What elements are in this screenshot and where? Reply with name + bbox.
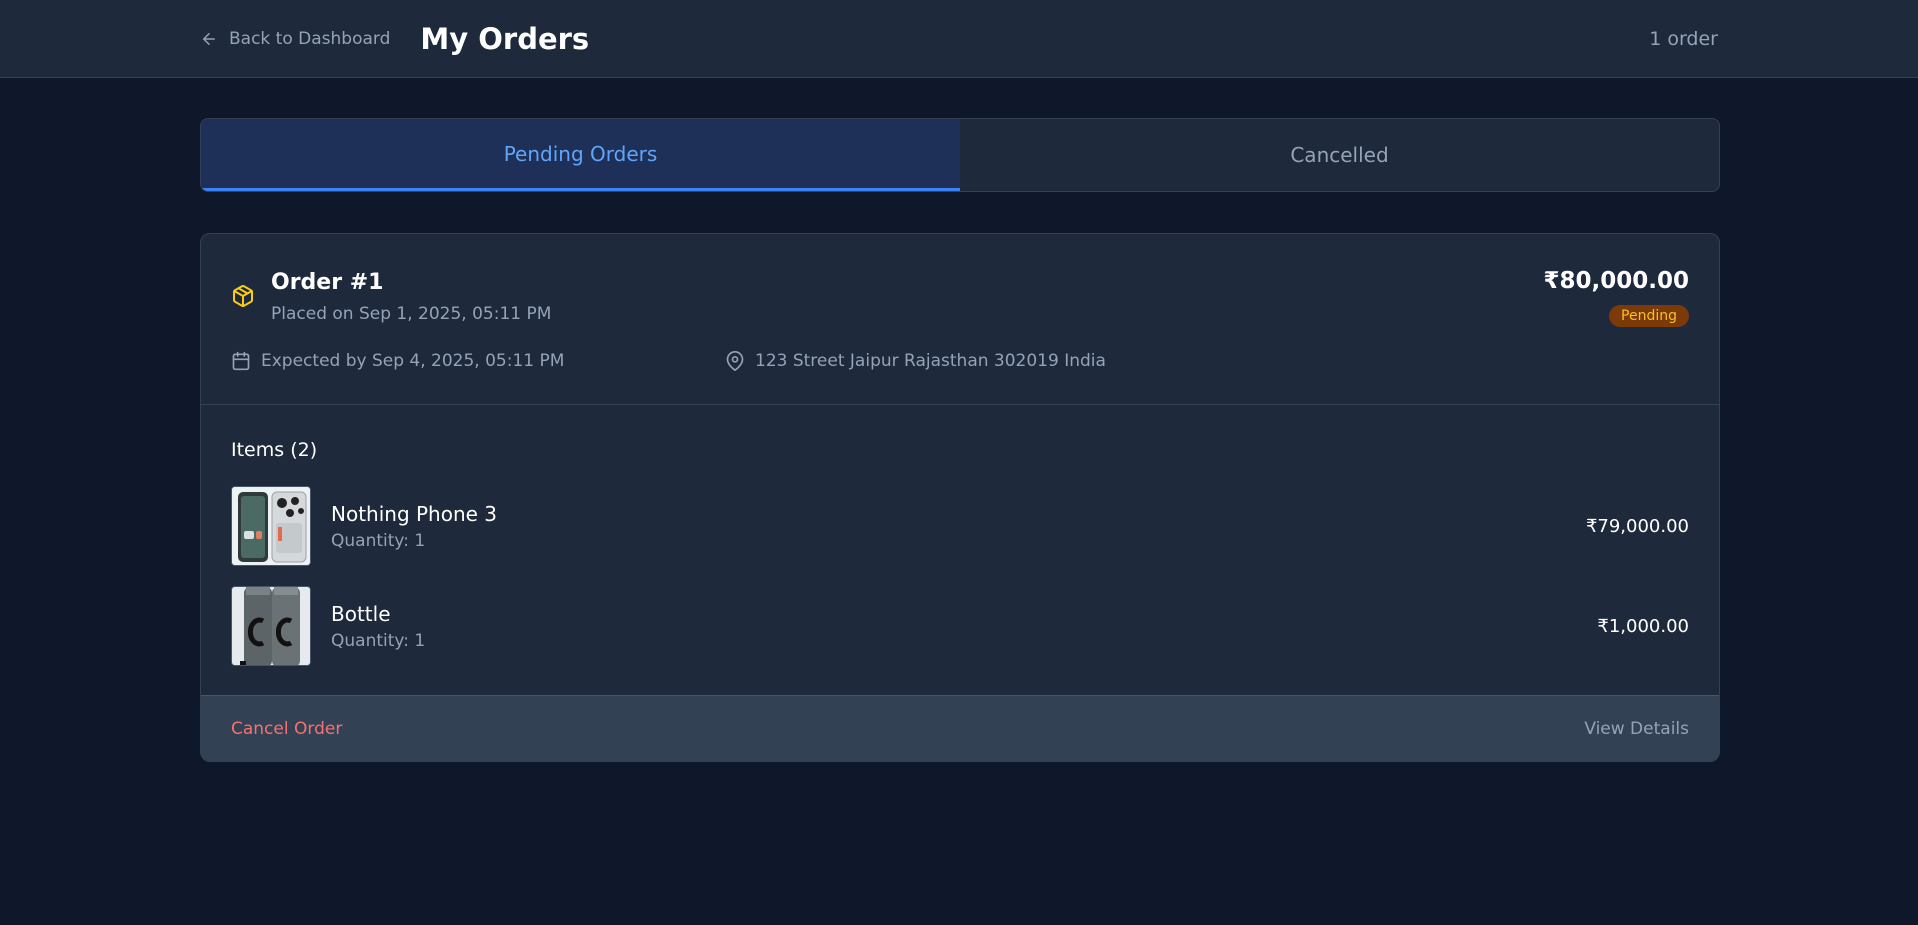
order-title: Order #1 [271,270,384,295]
item-quantity: Quantity: 1 [331,530,426,551]
view-details-button[interactable]: View Details [1584,719,1689,739]
item-info: Nothing Phone 3 Quantity: 1 [331,502,497,551]
bottle-image [232,587,310,665]
product-thumbnail-phone [231,486,311,566]
expected-delivery-text: Expected by Sep 4, 2025, 05:11 PM [261,351,565,371]
back-to-dashboard-link[interactable]: Back to Dashboard [200,29,390,49]
item-price: ₹1,000.00 [1597,615,1689,637]
back-link-label: Back to Dashboard [229,29,391,49]
map-pin-icon [726,351,744,371]
arrow-left-icon [203,33,215,45]
product-thumbnail-bottle [231,586,311,666]
order-total: ₹80,000.00 [1543,268,1689,294]
list-item: Nothing Phone 3 Quantity: 1 ₹79,000.00 [231,486,1689,566]
package-icon [233,285,253,308]
status-badge: Pending [1609,305,1689,327]
tab-pending-orders[interactable]: Pending Orders [201,119,960,191]
item-quantity: Quantity: 1 [331,630,426,651]
order-header: Order #1 Placed on Sep 1, 2025, 05:11 PM… [201,234,1719,405]
cancel-order-button[interactable]: Cancel Order [231,719,342,739]
order-actions: Cancel Order View Details [201,695,1719,761]
order-card: Order #1 Placed on Sep 1, 2025, 05:11 PM… [200,233,1720,762]
order-placed-date: Placed on Sep 1, 2025, 05:11 PM [271,304,552,324]
item-info: Bottle Quantity: 1 [331,602,425,651]
calendar-icon [232,351,250,371]
top-bar-content: Back to Dashboard My Orders 1 order [200,0,1718,78]
list-item: Bottle Quantity: 1 ₹1,000.00 [231,586,1689,666]
expected-delivery: Expected by Sep 4, 2025, 05:11 PM [231,351,564,371]
phone-image [232,487,310,565]
order-count: 1 order [1649,28,1718,50]
order-items: Items (2) Nothing Phone 3 Quantity: 1 ₹7… [201,405,1719,696]
items-heading: Items (2) [231,439,318,461]
top-bar: Back to Dashboard My Orders 1 order [0,0,1918,78]
item-name: Nothing Phone 3 [331,501,498,526]
order-tabs: Pending Orders Cancelled [200,118,1720,192]
item-name: Bottle [331,601,391,626]
tab-cancelled[interactable]: Cancelled [960,119,1719,191]
item-price: ₹79,000.00 [1585,515,1689,537]
shipping-address: 123 Street Jaipur Rajasthan 302019 India [725,351,1106,371]
shipping-address-text: 123 Street Jaipur Rajasthan 302019 India [755,351,1106,371]
page-title: My Orders [420,22,590,56]
